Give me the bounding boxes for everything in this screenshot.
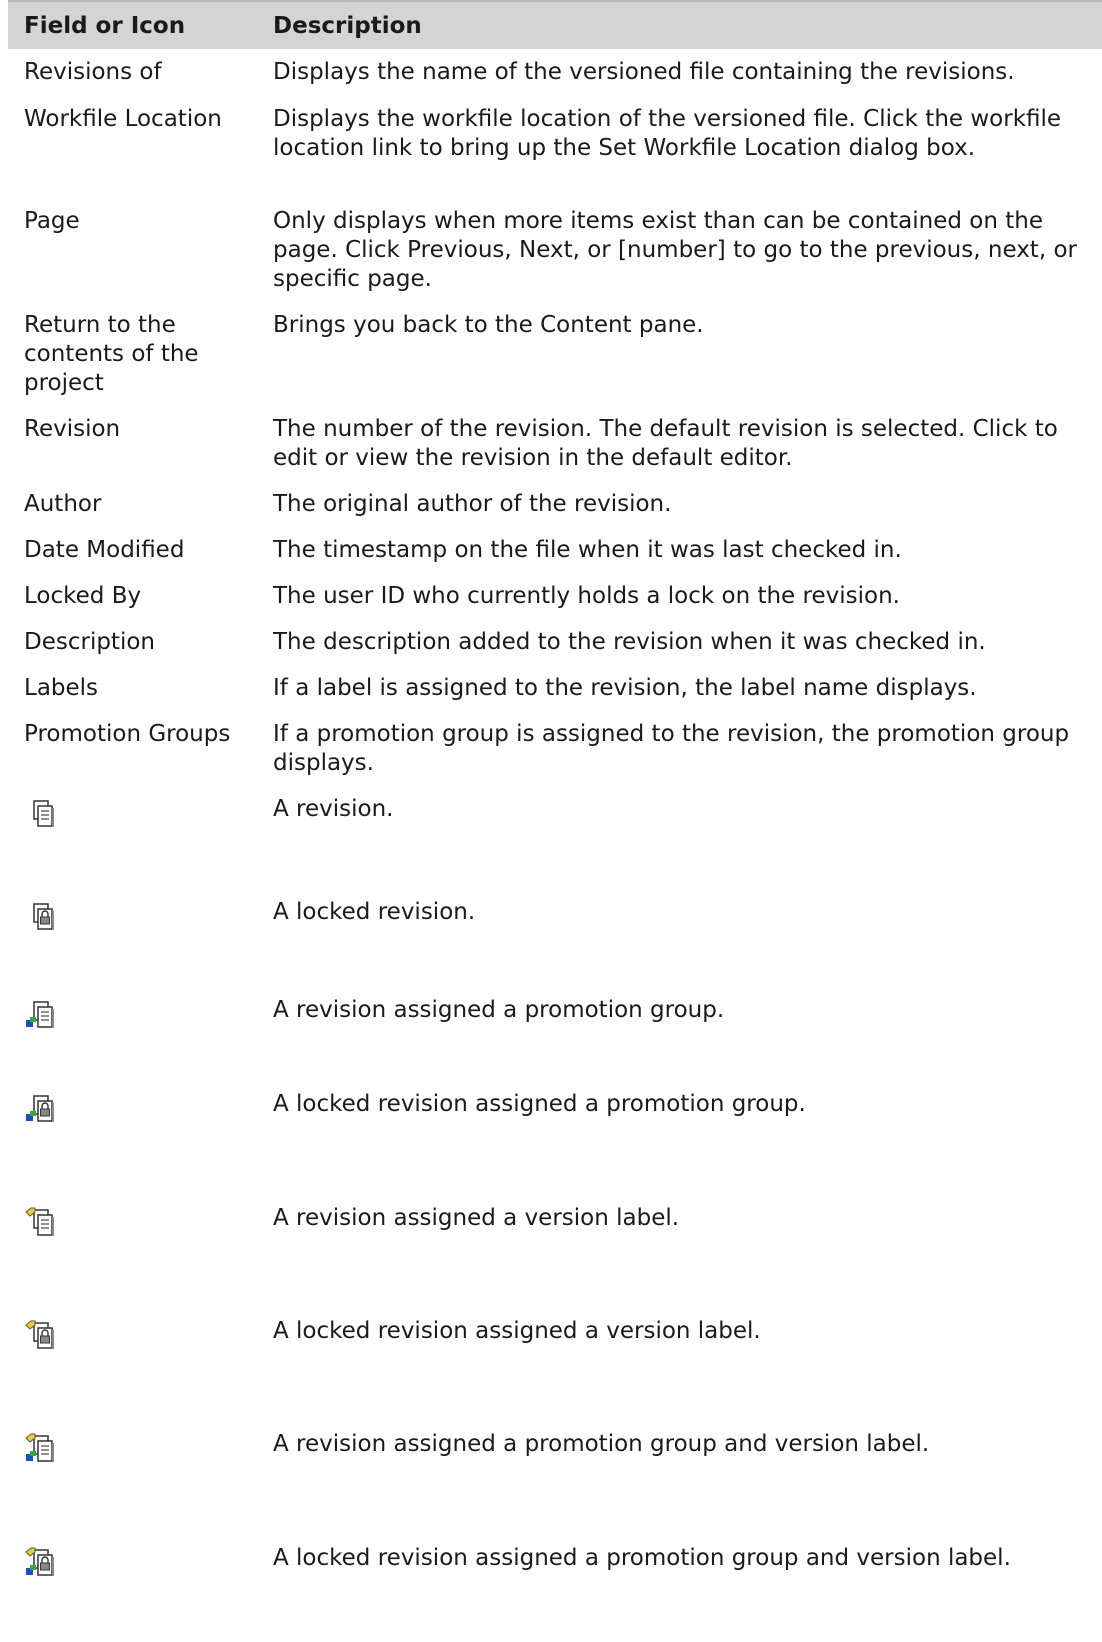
table-row: Date Modified The timestamp on the file …: [8, 526, 1102, 572]
table-row: A revision assigned a version label.: [8, 1194, 1102, 1307]
field-label: Page: [24, 208, 80, 234]
field-label: Workfile Location: [24, 106, 222, 132]
table-row: Promotion Groups If a promotion group is…: [8, 710, 1102, 785]
table-row: Revisions of Displays the name of the ve…: [8, 49, 1102, 95]
field-label: Labels: [24, 675, 99, 701]
table-row: A revision.: [8, 785, 1102, 888]
field-description: The number of the revision. The default …: [273, 416, 1058, 471]
field-description: The original author of the revision.: [273, 491, 672, 517]
table-row: Description The description added to the…: [8, 618, 1102, 664]
revision-icon: [24, 797, 60, 831]
locked-revision-version-label-icon: [24, 1319, 60, 1353]
field-label: Date Modified: [24, 537, 185, 563]
icon-description: A revision assigned a promotion group.: [273, 997, 725, 1023]
field-label: Revisions of: [24, 59, 162, 85]
icon-description: A locked revision assigned a version lab…: [273, 1318, 761, 1344]
table-row: A revision assigned a promotion group an…: [8, 1420, 1102, 1534]
table-header-row: Field or Icon Description: [8, 0, 1102, 49]
table-row: A locked revision assigned a version lab…: [8, 1307, 1102, 1420]
locked-revision-icon: [24, 900, 60, 934]
table-row: Page Only displays when more items exist…: [8, 197, 1102, 301]
revision-version-label-icon: [24, 1206, 60, 1240]
field-description: If a promotion group is assigned to the …: [273, 721, 1070, 776]
table-row: Revision The number of the revision. The…: [8, 405, 1102, 480]
locked-revision-promotion-group-icon: [24, 1092, 60, 1126]
field-label: Author: [24, 491, 102, 517]
table-row: Workfile Location Displays the workfile …: [8, 95, 1102, 197]
field-label: Locked By: [24, 583, 142, 609]
table-row: A locked revision.: [8, 888, 1102, 986]
field-description: Only displays when more items exist than…: [273, 208, 1077, 292]
table-row: Author The original author of the revisi…: [8, 480, 1102, 526]
field-description: The user ID who currently holds a lock o…: [273, 583, 900, 609]
header-field-or-icon: Field or Icon: [8, 0, 273, 49]
locked-revision-promotion-group-version-label-icon: [24, 1546, 60, 1580]
field-label: Return to the contents of the project: [24, 312, 199, 396]
table-row: Labels If a label is assigned to the rev…: [8, 664, 1102, 710]
icon-description: A locked revision assigned a promotion g…: [273, 1545, 1011, 1571]
field-description: The timestamp on the file when it was la…: [273, 537, 902, 563]
icon-description: A revision assigned a promotion group an…: [273, 1431, 930, 1457]
field-description: Displays the name of the versioned file …: [273, 59, 1015, 85]
field-description: Brings you back to the Content pane.: [273, 312, 704, 338]
table-row: Return to the contents of the project Br…: [8, 301, 1102, 405]
field-label: Description: [24, 629, 155, 655]
page: Field or Icon Description Revisions of D…: [0, 0, 1102, 1642]
field-description: The description added to the revision wh…: [273, 629, 986, 655]
icon-description: A revision assigned a version label.: [273, 1205, 680, 1231]
field-icon-table: Field or Icon Description Revisions of D…: [8, 0, 1102, 1594]
icon-description: A locked revision.: [273, 899, 476, 925]
field-label: Revision: [24, 416, 121, 442]
field-description: Displays the workfile location of the ve…: [273, 106, 1062, 161]
field-label: Promotion Groups: [24, 721, 231, 747]
revision-promotion-group-icon: [24, 998, 60, 1032]
table-row: A revision assigned a promotion group.: [8, 986, 1102, 1080]
icon-description: A revision.: [273, 796, 394, 822]
icon-description: A locked revision assigned a promotion g…: [273, 1091, 806, 1117]
header-description: Description: [273, 0, 1102, 49]
table-row: A locked revision assigned a promotion g…: [8, 1080, 1102, 1194]
revision-promotion-group-version-label-icon: [24, 1432, 60, 1466]
table-row: A locked revision assigned a promotion g…: [8, 1534, 1102, 1594]
field-description: If a label is assigned to the revision, …: [273, 675, 977, 701]
table-row: Locked By The user ID who currently hold…: [8, 572, 1102, 618]
